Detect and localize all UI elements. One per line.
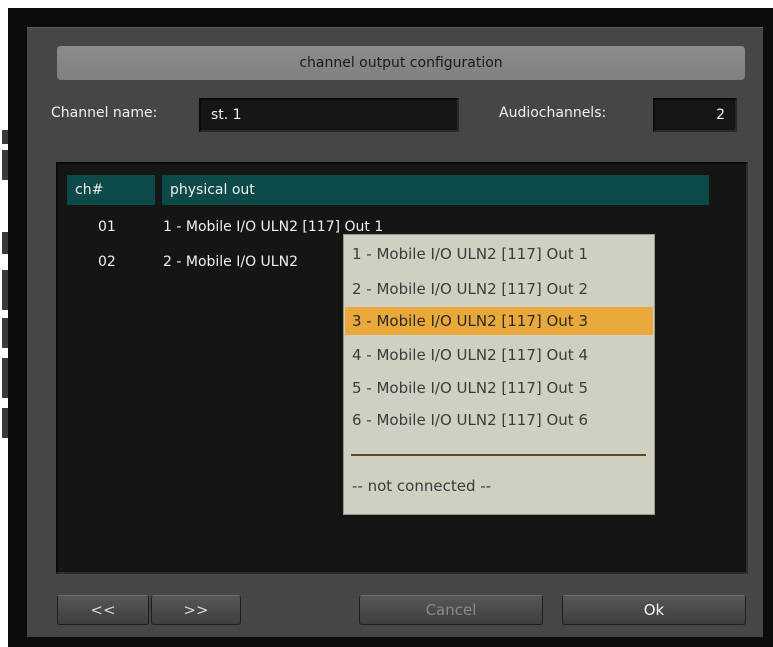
prev-button[interactable]: << xyxy=(57,595,149,625)
channel-name-label: Channel name: xyxy=(51,105,158,121)
row-ch-02[interactable]: 02 xyxy=(98,254,116,270)
column-header-physical-out: physical out xyxy=(162,175,709,205)
channel-name-value: st. 1 xyxy=(211,107,242,123)
dialog-frame: channel output configuration Channel nam… xyxy=(8,8,773,647)
dropdown-option-4[interactable]: 4 - Mobile I/O ULN2 [117] Out 4 xyxy=(345,341,653,369)
audiochannels-label: Audiochannels: xyxy=(499,105,607,121)
row-out-01[interactable]: 1 - Mobile I/O ULN2 [117] Out 1 xyxy=(163,219,383,235)
dropdown-option-3-selected[interactable]: 3 - Mobile I/O ULN2 [117] Out 3 xyxy=(345,307,653,335)
dropdown-option-not-connected[interactable]: -- not connected -- xyxy=(345,472,653,500)
audiochannels-value: 2 xyxy=(716,107,725,123)
row-out-02[interactable]: 2 - Mobile I/O ULN2 xyxy=(163,254,298,270)
dropdown-option-5[interactable]: 5 - Mobile I/O ULN2 [117] Out 5 xyxy=(345,374,653,402)
output-dropdown-menu: 1 - Mobile I/O ULN2 [117] Out 1 2 - Mobi… xyxy=(343,234,655,515)
channel-output-dialog: channel output configuration Channel nam… xyxy=(27,27,763,637)
cancel-button[interactable]: Cancel xyxy=(359,595,543,625)
channel-name-field[interactable]: st. 1 xyxy=(199,98,459,132)
dropdown-option-6[interactable]: 6 - Mobile I/O ULN2 [117] Out 6 xyxy=(345,406,653,434)
ok-button[interactable]: Ok xyxy=(562,595,746,625)
dropdown-separator xyxy=(351,454,646,456)
dropdown-option-2[interactable]: 2 - Mobile I/O ULN2 [117] Out 2 xyxy=(345,275,653,303)
row-ch-01[interactable]: 01 xyxy=(98,219,116,235)
audiochannels-field[interactable]: 2 xyxy=(653,98,737,132)
column-header-ch: ch# xyxy=(67,175,155,205)
dropdown-option-1[interactable]: 1 - Mobile I/O ULN2 [117] Out 1 xyxy=(345,240,653,268)
next-button[interactable]: >> xyxy=(151,595,241,625)
dialog-title-text: channel output configuration xyxy=(299,55,503,71)
dialog-title: channel output configuration xyxy=(57,46,745,80)
